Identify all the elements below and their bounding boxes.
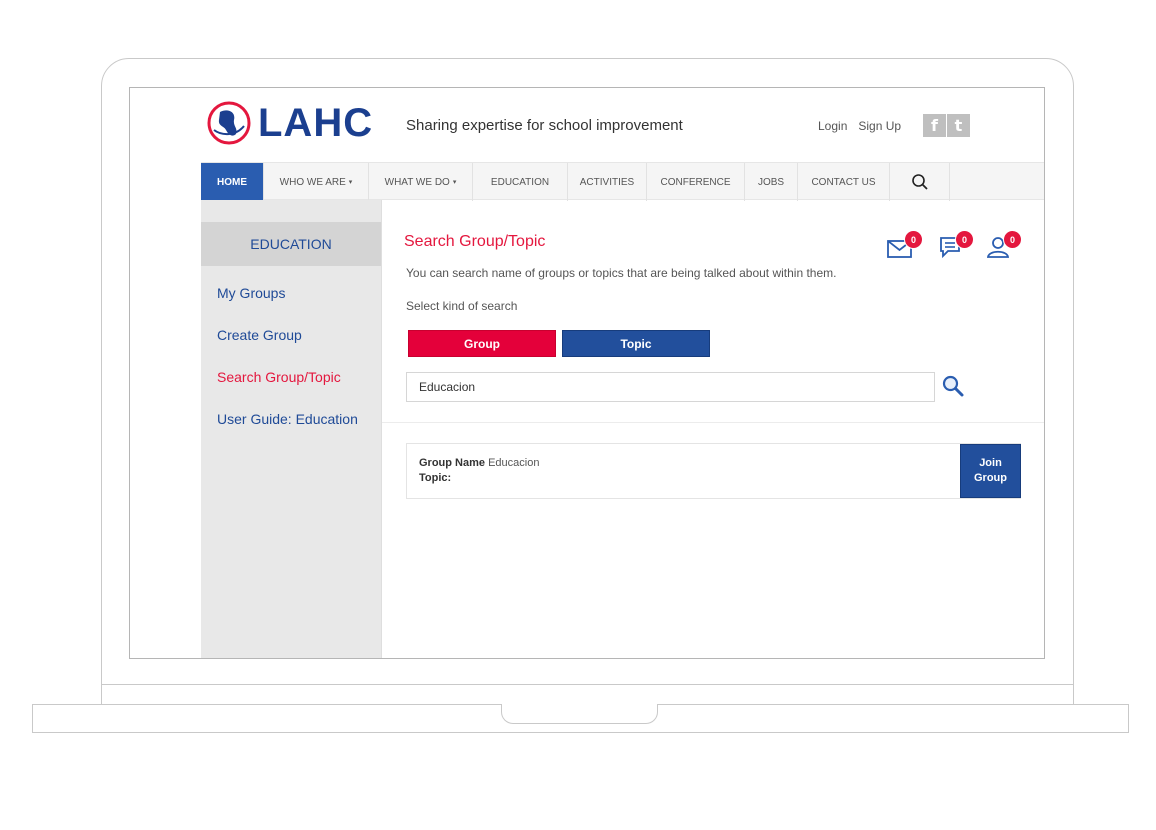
sidebar-title: EDUCATION: [201, 222, 381, 266]
site-tagline: Sharing expertise for school improvement: [406, 117, 683, 134]
sidebar-links: My Groups Create Group Search Group/Topi…: [201, 272, 381, 440]
site-logo[interactable]: LAHC: [206, 100, 373, 146]
nav-education[interactable]: EDUCATION: [473, 163, 568, 201]
laptop-hinge: [101, 684, 1074, 685]
twitter-icon[interactable]: t: [947, 114, 970, 137]
social-links: f t: [923, 114, 970, 137]
nav-who-we-are[interactable]: WHO WE ARE ▾: [264, 163, 369, 201]
nav-contact-us[interactable]: CONTACT US: [798, 163, 890, 201]
join-label-line2: Group: [974, 472, 1007, 484]
nav-label: CONFERENCE: [660, 176, 731, 188]
sidebar-item-my-groups[interactable]: My Groups: [201, 272, 381, 314]
search-result-card: Group Name Educacion Topic:: [406, 443, 1021, 499]
nav-conference[interactable]: CONFERENCE: [647, 163, 745, 201]
nav-home[interactable]: HOME: [201, 163, 264, 201]
join-group-button[interactable]: Join Group: [960, 444, 1021, 498]
sidebar-item-search-group-topic[interactable]: Search Group/Topic: [201, 356, 381, 398]
result-group-name: Group Name Educacion: [419, 457, 539, 469]
sidebar-item-user-guide[interactable]: User Guide: Education: [201, 398, 381, 440]
result-topic-label: Topic:: [419, 472, 452, 484]
login-link[interactable]: Login: [818, 119, 847, 133]
messages-count-badge: 0: [904, 230, 923, 249]
comments-notification[interactable]: 0: [938, 230, 974, 262]
chevron-down-icon: ▾: [452, 179, 457, 186]
search-icon: [911, 174, 928, 190]
nav-jobs[interactable]: JOBS: [745, 163, 798, 201]
join-button-text: Join Group: [974, 456, 1007, 486]
sidebar: EDUCATION My Groups Create Group Search …: [201, 200, 382, 658]
nav-what-we-do[interactable]: WHAT WE DO ▾: [369, 163, 473, 201]
users-notification[interactable]: 0: [986, 230, 1022, 262]
messages-notification[interactable]: 0: [887, 230, 923, 262]
nav-activities[interactable]: ACTIVITIES: [568, 163, 647, 201]
nav-label: HOME: [217, 176, 247, 188]
laptop-notch: [501, 704, 658, 724]
topic-search-button[interactable]: Topic: [562, 330, 710, 357]
magnifier-search-icon[interactable]: [941, 374, 965, 398]
join-label-line1: Join: [979, 457, 1002, 469]
page-description: You can search name of groups or topics …: [406, 266, 837, 280]
sidebar-item-create-group[interactable]: Create Group: [201, 314, 381, 356]
users-count-badge: 0: [1003, 230, 1022, 249]
search-kind-label: Select kind of search: [406, 299, 518, 313]
screen: LAHC Sharing expertise for school improv…: [129, 87, 1045, 659]
facebook-icon[interactable]: f: [923, 114, 946, 137]
nav-label: WHAT WE DO: [384, 176, 450, 188]
nav-label: WHO WE ARE: [279, 176, 346, 188]
nav-label: JOBS: [757, 176, 785, 188]
auth-links: Login Sign Up: [818, 119, 901, 133]
nav-label: ACTIVITIES: [579, 176, 635, 188]
globe-logo-icon: [207, 101, 251, 145]
nav-label: EDUCATION: [490, 176, 550, 188]
chevron-down-icon: ▾: [348, 179, 353, 186]
group-search-button[interactable]: Group: [408, 330, 556, 357]
page-title: Search Group/Topic: [404, 233, 546, 250]
main-nav: HOME WHO WE ARE ▾ WHAT WE DO ▾ EDUCATION A…: [201, 162, 1044, 201]
logo-text: LAHC: [258, 100, 374, 145]
signup-link[interactable]: Sign Up: [858, 119, 901, 133]
section-divider: [382, 422, 1044, 423]
nav-search-button[interactable]: [890, 163, 950, 201]
group-name-value: Educacion: [488, 457, 540, 469]
search-input[interactable]: [406, 372, 935, 402]
comments-count-badge: 0: [955, 230, 974, 249]
group-name-label: Group Name: [419, 457, 486, 469]
nav-label: CONTACT US: [811, 176, 876, 188]
